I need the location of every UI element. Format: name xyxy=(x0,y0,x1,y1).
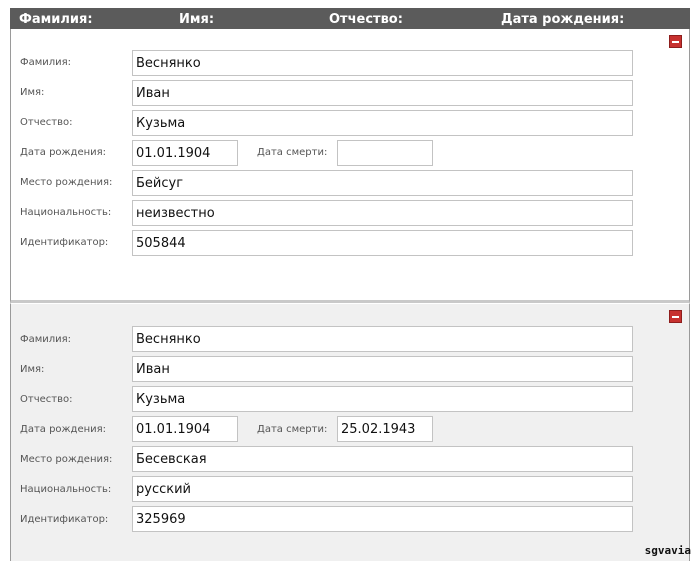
identifier-field[interactable]: 325969 xyxy=(132,506,633,532)
surname-field[interactable]: Веснянко xyxy=(132,50,633,76)
label-nationality: Национальность: xyxy=(20,207,112,218)
death-date-field[interactable] xyxy=(337,140,433,166)
name-field[interactable]: Иван xyxy=(132,80,633,106)
label-birth-place: Место рождения: xyxy=(20,454,113,465)
label-surname: Фамилия: xyxy=(20,57,72,68)
label-nationality: Национальность: xyxy=(20,484,112,495)
nationality-field[interactable]: русский xyxy=(132,476,633,502)
nationality-field[interactable]: неизвестно xyxy=(132,200,633,226)
name-field[interactable]: Иван xyxy=(132,356,633,382)
birth-date-field[interactable]: 01.01.1904 xyxy=(132,416,238,442)
record-card-1: Фамилия: Веснянко Имя: Иван Отчество: Ку… xyxy=(10,29,690,303)
remove-record-icon[interactable] xyxy=(669,35,682,48)
header-name: Имя: xyxy=(179,12,215,27)
header-patronymic: Отчество: xyxy=(329,12,403,27)
label-death-date: Дата смерти: xyxy=(257,424,328,435)
label-birth-date: Дата рождения: xyxy=(20,147,107,158)
birth-place-field[interactable]: Бесевская xyxy=(132,446,633,472)
death-date-field[interactable]: 25.02.1943 xyxy=(337,416,433,442)
birth-date-field[interactable]: 01.01.1904 xyxy=(132,140,238,166)
label-patronymic: Отчество: xyxy=(20,394,73,405)
label-death-date: Дата смерти: xyxy=(257,147,328,158)
label-name: Имя: xyxy=(20,364,45,375)
label-birth-date: Дата рождения: xyxy=(20,424,107,435)
remove-record-icon[interactable] xyxy=(669,310,682,323)
identifier-field[interactable]: 505844 xyxy=(132,230,633,256)
label-patronymic: Отчество: xyxy=(20,117,73,128)
patronymic-field[interactable]: Кузьма xyxy=(132,110,633,136)
label-identifier: Идентификатор: xyxy=(20,514,109,525)
table-header: Фамилия: Имя: Отчество: Дата рождения: xyxy=(10,8,690,29)
header-surname: Фамилия: xyxy=(19,12,93,27)
label-identifier: Идентификатор: xyxy=(20,237,109,248)
birth-place-field[interactable]: Бейсуг xyxy=(132,170,633,196)
patronymic-field[interactable]: Кузьма xyxy=(132,386,633,412)
header-birthdate: Дата рождения: xyxy=(501,12,625,27)
label-name: Имя: xyxy=(20,87,45,98)
watermark: sgvavia xyxy=(644,544,691,557)
label-surname: Фамилия: xyxy=(20,334,72,345)
record-card-2: Фамилия: Веснянко Имя: Иван Отчество: Ку… xyxy=(10,303,690,561)
surname-field[interactable]: Веснянко xyxy=(132,326,633,352)
label-birth-place: Место рождения: xyxy=(20,177,113,188)
